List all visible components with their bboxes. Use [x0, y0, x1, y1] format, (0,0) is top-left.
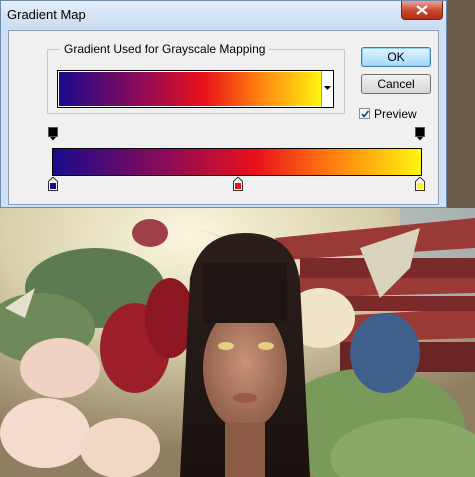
gradient-map-dialog: Gradient Map Gradient Used for Grayscale…	[0, 0, 447, 208]
gradient-picker[interactable]	[57, 70, 334, 108]
gradient-preview-swatch[interactable]	[59, 72, 321, 106]
gradient-dropdown-button[interactable]	[321, 71, 333, 107]
opacity-stop-right[interactable]	[415, 127, 425, 141]
window-title: Gradient Map	[7, 7, 86, 22]
color-stop-yellow[interactable]	[415, 177, 425, 191]
color-stop-blue[interactable]	[48, 177, 58, 191]
close-icon	[416, 5, 428, 15]
chevron-down-icon	[324, 86, 331, 90]
gradient-editor-bar[interactable]	[52, 148, 422, 176]
preview-checkbox[interactable]	[359, 108, 370, 119]
artwork-illustration	[0, 208, 475, 477]
color-stop-red[interactable]	[233, 177, 243, 191]
preview-label: Preview	[374, 107, 417, 121]
close-button[interactable]	[401, 1, 443, 20]
title-bar[interactable]: Gradient Map	[1, 1, 446, 29]
cancel-button[interactable]: Cancel	[361, 74, 431, 94]
ok-button[interactable]: OK	[361, 47, 431, 67]
gradient-group: Gradient Used for Grayscale Mapping	[47, 42, 345, 114]
opacity-stop-left[interactable]	[48, 127, 58, 141]
woman-portrait	[180, 233, 310, 477]
group-legend: Gradient Used for Grayscale Mapping	[60, 42, 270, 56]
artwork-photo	[0, 208, 475, 477]
checkmark-icon	[361, 110, 370, 118]
dialog-body: Gradient Used for Grayscale Mapping OK C…	[8, 30, 439, 205]
